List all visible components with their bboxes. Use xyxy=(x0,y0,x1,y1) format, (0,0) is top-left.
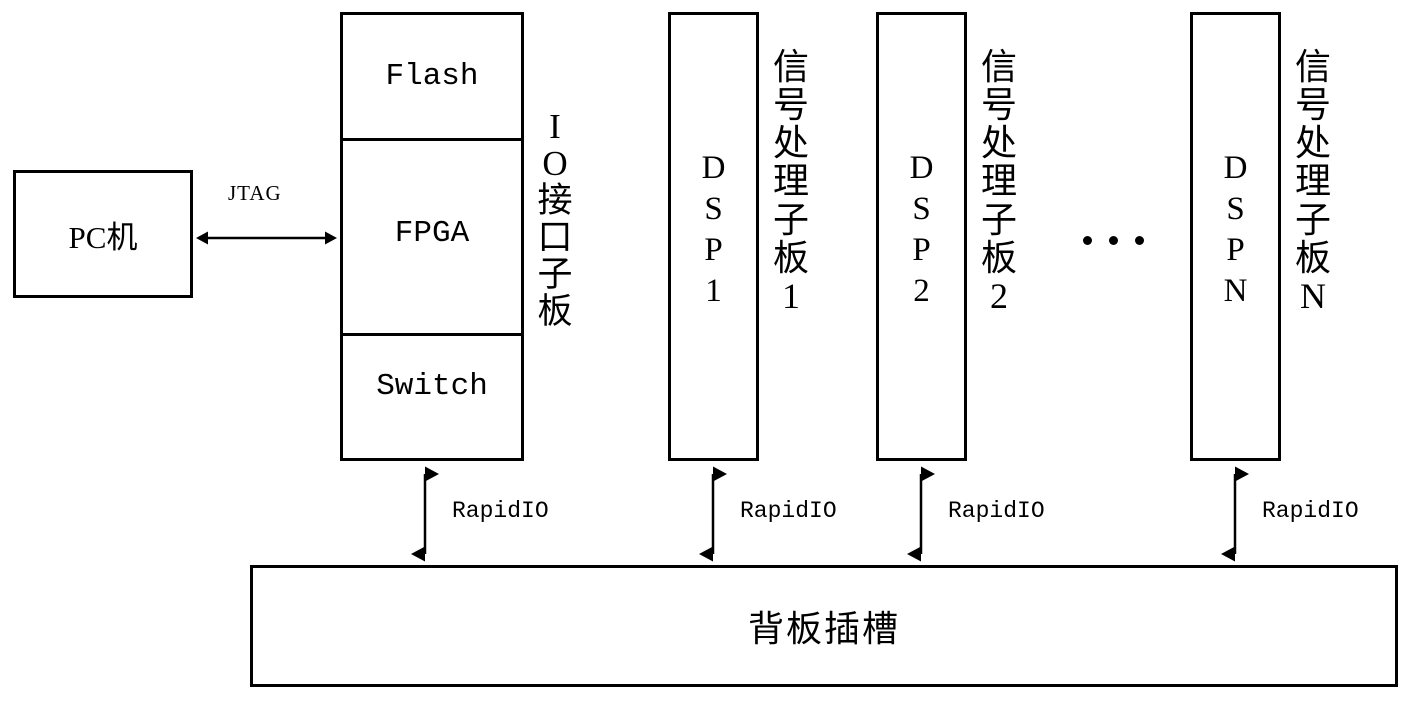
dsp-board-n-side-char: N xyxy=(1300,275,1326,316)
rapidio-label-dsp-2: RapidIO xyxy=(948,498,1045,524)
dsp-board-2-side-char: 子 xyxy=(980,199,1017,240)
io-board-side-label-char: I xyxy=(549,107,561,146)
rapidio-label-dsp-n: RapidIO xyxy=(1262,498,1359,524)
dsp-board-1-side-char: 理 xyxy=(772,161,809,202)
pc-box-label: PC机 xyxy=(68,219,138,255)
dsp-board-n-side-label: 信 号 处 理 子 板 N xyxy=(1290,48,1336,315)
dsp-board-1-side-label: 信 号 处 理 子 板 1 xyxy=(768,48,814,315)
rapidio-label-io-board: RapidIO xyxy=(452,498,549,524)
dsp-board-1-inner-char: P xyxy=(704,231,723,268)
dsp-board-1-side-char: 信 xyxy=(772,47,809,87)
io-board-section-fpga: FPGA xyxy=(394,215,470,251)
dsp-board-2-side-char: 号 xyxy=(980,85,1017,126)
io-board-divider-2 xyxy=(340,333,524,336)
dsp-board-2-side-label: 信 号 处 理 子 板 2 xyxy=(976,48,1022,315)
io-board-divider-1 xyxy=(340,138,524,141)
io-board-side-label-char: O xyxy=(542,144,568,184)
dsp-board-1-side-char: 处 xyxy=(772,123,809,164)
dsp-board-2-inner-label: D S P 2 xyxy=(876,148,967,312)
dsp-board-n-inner-label: D S P N xyxy=(1190,148,1281,312)
dsp-board-n-inner-char: N xyxy=(1223,272,1248,309)
ellipsis-dot xyxy=(1083,236,1092,245)
io-board-section-flash: Flash xyxy=(385,58,479,94)
dsp-board-n-inner-char: D xyxy=(1223,150,1248,186)
io-board-side-label-char: 口 xyxy=(537,218,573,258)
dsp-board-2-side-char: 理 xyxy=(980,161,1017,202)
io-board-side-label: I O 接 口 子 板 xyxy=(533,108,577,331)
dsp-board-1-inner-char: S xyxy=(704,190,723,227)
dsp-board-n-side-char: 子 xyxy=(1294,199,1331,240)
rapidio-arrow-dsp-1 xyxy=(699,466,727,562)
jtag-arrow xyxy=(196,231,337,245)
dsp-board-2-inner-char: S xyxy=(912,190,931,227)
dsp-board-2-side-char: 信 xyxy=(980,47,1017,87)
dsp-board-1-inner-label: D S P 1 xyxy=(668,148,759,312)
dsp-board-n-inner-char: P xyxy=(1226,231,1245,268)
rapidio-arrow-dsp-2 xyxy=(907,466,935,562)
dsp-board-1-side-char: 板 xyxy=(772,237,809,278)
diagram-canvas: PC机 JTAG Flash FPGA Switch I O 接 口 子 板 D… xyxy=(0,0,1422,709)
dsp-board-1-inner-char: D xyxy=(701,150,726,186)
dsp-board-n-side-char: 号 xyxy=(1294,85,1331,126)
rapidio-arrow-dsp-n xyxy=(1221,466,1249,562)
dsp-board-2-inner-char: 2 xyxy=(913,272,930,309)
dsp-board-1-side-char: 1 xyxy=(782,275,800,316)
rapidio-label-dsp-1: RapidIO xyxy=(740,498,837,524)
io-board-section-switch: Switch xyxy=(376,368,488,404)
dsp-board-2-side-char: 板 xyxy=(980,237,1017,278)
dsp-board-2-inner-char: P xyxy=(912,231,931,268)
dsp-board-n-inner-char: S xyxy=(1226,190,1245,227)
dsp-board-1-side-char: 号 xyxy=(772,85,809,126)
dsp-board-2-inner-char: D xyxy=(909,150,934,186)
dsp-board-2-side-char: 2 xyxy=(990,275,1008,316)
dsp-board-n-side-char: 理 xyxy=(1294,161,1331,202)
jtag-label: JTAG xyxy=(228,181,282,205)
ellipsis-dot xyxy=(1135,236,1144,245)
backplane-label: 背板插槽 xyxy=(747,609,900,649)
dsp-board-n-side-char: 板 xyxy=(1294,237,1331,278)
dsp-board-n-side-char: 处 xyxy=(1294,123,1331,164)
io-board-side-label-char: 接 xyxy=(537,181,573,221)
dsp-board-n-side-char: 信 xyxy=(1294,47,1331,87)
io-board-side-label-char: 板 xyxy=(537,292,573,332)
dsp-board-1-side-char: 子 xyxy=(772,199,809,240)
io-board-side-label-char: 子 xyxy=(537,255,573,295)
dsp-board-2-side-char: 处 xyxy=(980,123,1017,164)
ellipsis-dot xyxy=(1109,236,1118,245)
rapidio-arrow-io-board xyxy=(411,466,439,562)
ellipsis-indicator xyxy=(1083,236,1144,245)
dsp-board-1-inner-char: 1 xyxy=(705,272,722,309)
